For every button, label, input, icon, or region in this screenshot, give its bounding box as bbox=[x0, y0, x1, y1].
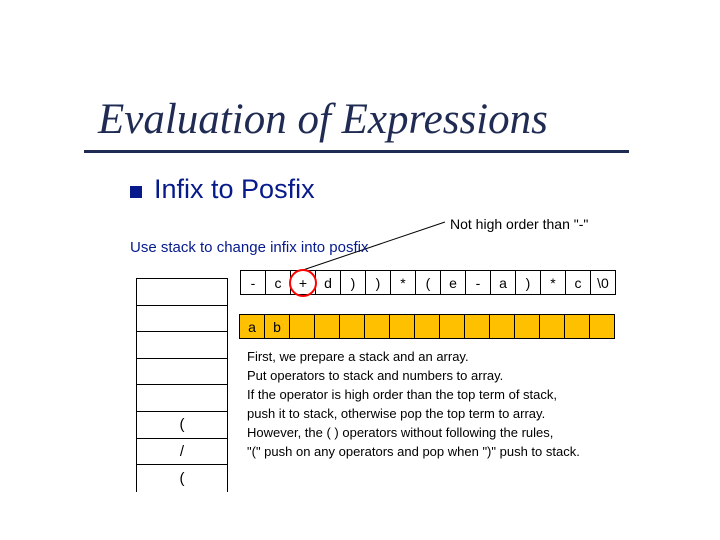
stack-cell: ( bbox=[136, 464, 228, 492]
output-cell bbox=[589, 314, 615, 339]
stack-cell bbox=[136, 305, 228, 333]
infix-cell: \0 bbox=[590, 270, 616, 295]
stack-cell: ( bbox=[136, 411, 228, 439]
subheading: Infix to Posfix bbox=[154, 174, 315, 205]
stack-cell bbox=[136, 278, 228, 306]
infix-cell: e bbox=[440, 270, 466, 295]
annotation-text: Not high order than "-" bbox=[450, 216, 588, 232]
stack-cell bbox=[136, 384, 228, 412]
output-cell bbox=[289, 314, 315, 339]
infix-cell: ) bbox=[515, 270, 541, 295]
instruction-text: Use stack to change infix into posfix bbox=[130, 239, 368, 256]
infix-cell: a bbox=[490, 270, 516, 295]
infix-cell: ) bbox=[365, 270, 391, 295]
output-cell: b bbox=[264, 314, 290, 339]
output-cell bbox=[489, 314, 515, 339]
output-cell bbox=[364, 314, 390, 339]
output-row: ab bbox=[239, 314, 615, 339]
infix-cell: * bbox=[390, 270, 416, 295]
stack-column: (/( bbox=[136, 278, 228, 492]
bullet-icon bbox=[130, 186, 142, 198]
output-cell bbox=[314, 314, 340, 339]
output-cell bbox=[414, 314, 440, 339]
infix-cell: ( bbox=[415, 270, 441, 295]
output-cell: a bbox=[239, 314, 265, 339]
title-underline bbox=[84, 150, 629, 153]
explanation-block: First, we prepare a stack and an array. … bbox=[247, 347, 667, 461]
output-cell bbox=[514, 314, 540, 339]
output-cell bbox=[389, 314, 415, 339]
infix-cell: * bbox=[540, 270, 566, 295]
infix-cell: c bbox=[565, 270, 591, 295]
output-cell bbox=[564, 314, 590, 339]
infix-cell: c bbox=[265, 270, 291, 295]
slide-title: Evaluation of Expressions bbox=[98, 95, 548, 144]
output-cell bbox=[439, 314, 465, 339]
infix-cell: d bbox=[315, 270, 341, 295]
infix-cell: - bbox=[240, 270, 266, 295]
output-cell bbox=[464, 314, 490, 339]
output-cell bbox=[539, 314, 565, 339]
highlight-circle bbox=[289, 269, 317, 297]
infix-cell: - bbox=[465, 270, 491, 295]
stack-cell bbox=[136, 331, 228, 359]
stack-cell bbox=[136, 358, 228, 386]
stack-cell: / bbox=[136, 438, 228, 466]
infix-cell: ) bbox=[340, 270, 366, 295]
output-cell bbox=[339, 314, 365, 339]
